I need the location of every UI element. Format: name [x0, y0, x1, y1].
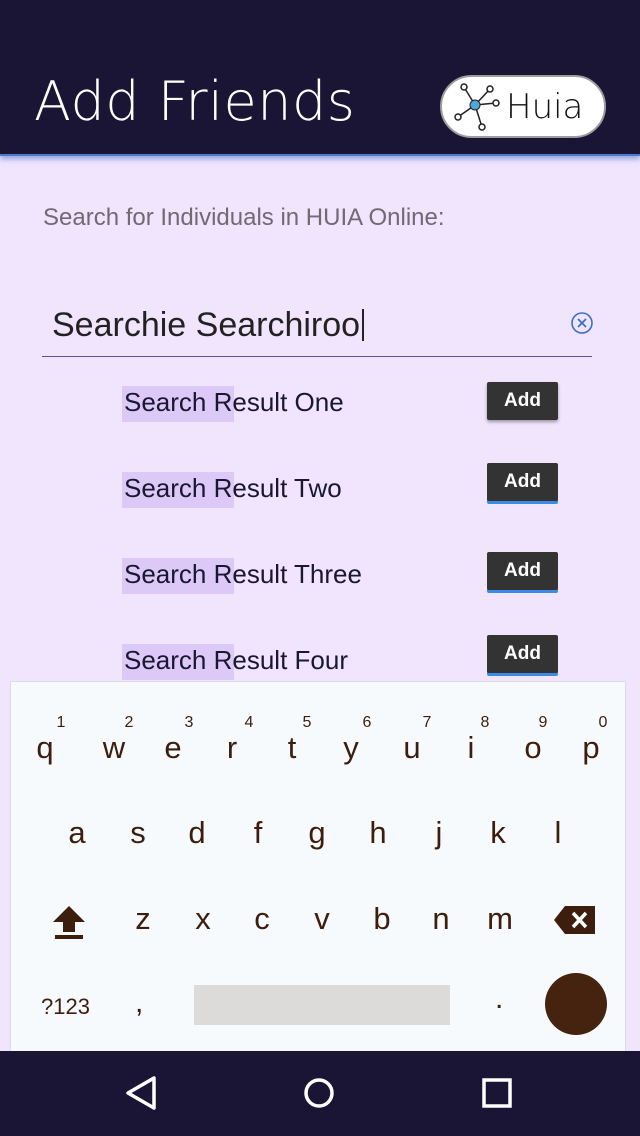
key-v[interactable]: v — [302, 901, 342, 937]
key-o[interactable]: o — [513, 730, 553, 766]
text-caret — [362, 309, 365, 341]
key-k[interactable]: k — [478, 815, 518, 851]
key-j[interactable]: j — [419, 815, 459, 851]
period-key[interactable]: . — [495, 982, 503, 1016]
list-item: Search Result Two Add — [0, 463, 640, 516]
key-y[interactable]: y — [331, 730, 371, 766]
key-d[interactable]: d — [177, 815, 217, 851]
key-u[interactable]: u — [392, 730, 432, 766]
key-t[interactable]: t — [272, 730, 312, 766]
result-label: Search Result Two — [124, 473, 342, 503]
clear-circle-icon[interactable] — [570, 311, 594, 335]
key-q[interactable]: q — [25, 730, 65, 766]
key-hint-3: 3 — [184, 714, 194, 731]
search-input[interactable]: Searchie Searchiroo — [42, 300, 594, 357]
key-s[interactable]: s — [118, 815, 158, 851]
key-hint-8: 8 — [480, 714, 490, 731]
list-item: Search Result Three Add — [0, 552, 640, 602]
home-circle-icon[interactable] — [299, 1073, 339, 1113]
key-i[interactable]: i — [451, 730, 491, 766]
key-h[interactable]: h — [358, 815, 398, 851]
key-hint-0: 0 — [598, 714, 608, 731]
key-l[interactable]: l — [538, 815, 578, 851]
key-x[interactable]: x — [183, 901, 223, 937]
result-label: Search Result Four — [124, 645, 348, 675]
key-b[interactable]: b — [362, 901, 402, 937]
add-button[interactable]: Add — [487, 552, 558, 590]
key-hint-9: 9 — [538, 714, 548, 731]
key-w[interactable]: w — [94, 730, 134, 766]
add-button[interactable]: Add — [487, 463, 558, 501]
result-label: Search Result Three — [124, 559, 362, 589]
search-prompt: Search for Individuals in HUIA Online: — [43, 204, 445, 231]
key-e[interactable]: e — [153, 730, 193, 766]
search-value: Searchie Searchiroo — [52, 306, 365, 345]
key-m[interactable]: m — [480, 901, 520, 937]
result-label: Search Result One — [124, 387, 344, 417]
system-nav-bar — [0, 1051, 640, 1136]
page-title: Add Friends — [34, 70, 356, 133]
key-hint-1: 1 — [56, 714, 66, 731]
add-button[interactable]: Add — [487, 635, 558, 673]
key-hint-6: 6 — [362, 714, 372, 731]
key-z[interactable]: z — [123, 901, 163, 937]
symbols-key[interactable]: ?123 — [41, 994, 90, 1020]
shift-icon[interactable] — [51, 902, 87, 940]
app-header: Add Friends Huia — [0, 0, 640, 156]
space-key[interactable] — [194, 985, 450, 1025]
key-hint-4: 4 — [244, 714, 254, 731]
brand-badge[interactable]: Huia — [440, 75, 606, 138]
comma-key[interactable]: , — [135, 986, 143, 1020]
key-hint-5: 5 — [302, 714, 312, 731]
recents-square-icon[interactable] — [477, 1073, 517, 1113]
key-hint-7: 7 — [422, 714, 432, 731]
add-button[interactable]: Add — [487, 382, 558, 420]
key-f[interactable]: f — [238, 815, 278, 851]
list-item: Search Result One Add — [0, 380, 640, 430]
key-c[interactable]: c — [242, 901, 282, 937]
key-hint-2: 2 — [124, 714, 134, 731]
key-p[interactable]: p — [571, 730, 611, 766]
key-r[interactable]: r — [212, 730, 252, 766]
back-triangle-icon[interactable] — [122, 1073, 162, 1113]
key-n[interactable]: n — [421, 901, 461, 937]
key-g[interactable]: g — [297, 815, 337, 851]
brand-name: Huia — [506, 87, 584, 127]
enter-key[interactable] — [545, 973, 607, 1035]
soft-keyboard: ?123 , . qwertyuiop asdfghjkl zxcvbnm 1 2 3 4 5… — [10, 681, 626, 1053]
backspace-icon[interactable] — [553, 904, 597, 936]
key-a[interactable]: a — [57, 815, 97, 851]
network-node-icon — [454, 83, 500, 131]
